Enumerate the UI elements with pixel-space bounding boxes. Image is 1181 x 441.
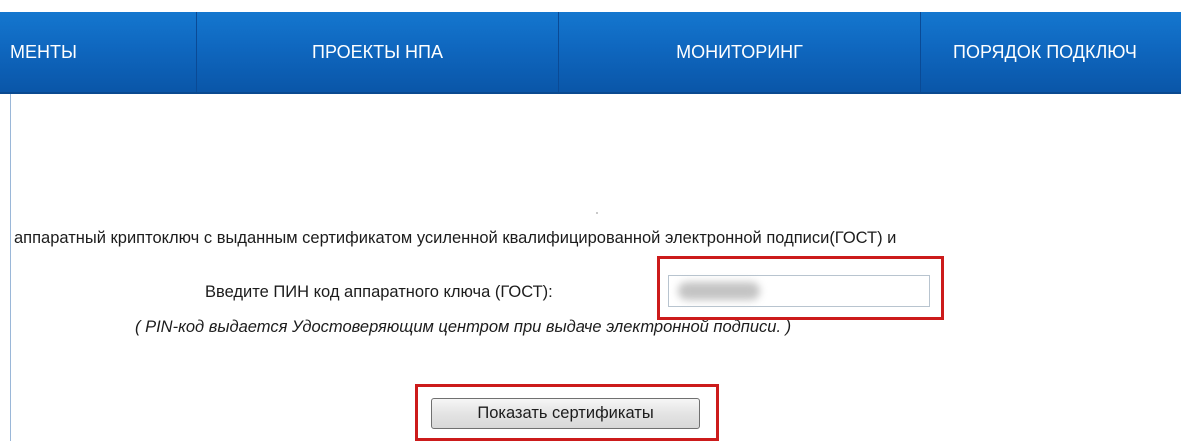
nav-item-monitoring[interactable]: МОНИТОРИНГ — [559, 12, 921, 92]
pin-field-label: Введите ПИН код аппаратного ключа (ГОСТ)… — [205, 283, 553, 301]
main-navbar: МЕНТЫ ПРОЕКТЫ НПА МОНИТОРИНГ ПОРЯДОК ПОД… — [0, 12, 1181, 94]
show-certificates-button[interactable]: Показать сертификаты — [431, 398, 700, 429]
content-left-border — [10, 94, 11, 441]
pin-hint-text: ( PIN-код выдается Удостоверяющим центро… — [135, 318, 792, 336]
top-strip — [0, 0, 1181, 12]
page: МЕНТЫ ПРОЕКТЫ НПА МОНИТОРИНГ ПОРЯДОК ПОД… — [0, 0, 1181, 441]
pin-value-redaction — [678, 282, 760, 300]
nav-item-documents[interactable]: МЕНТЫ — [0, 12, 197, 92]
nav-item-draft-acts[interactable]: ПРОЕКТЫ НПА — [197, 12, 559, 92]
stray-dot — [596, 212, 598, 214]
crypto-key-description: аппаратный криптоключ с выданным сертифи… — [14, 229, 897, 247]
nav-item-connection-procedure[interactable]: ПОРЯДОК ПОДКЛЮЧ — [921, 12, 1181, 92]
